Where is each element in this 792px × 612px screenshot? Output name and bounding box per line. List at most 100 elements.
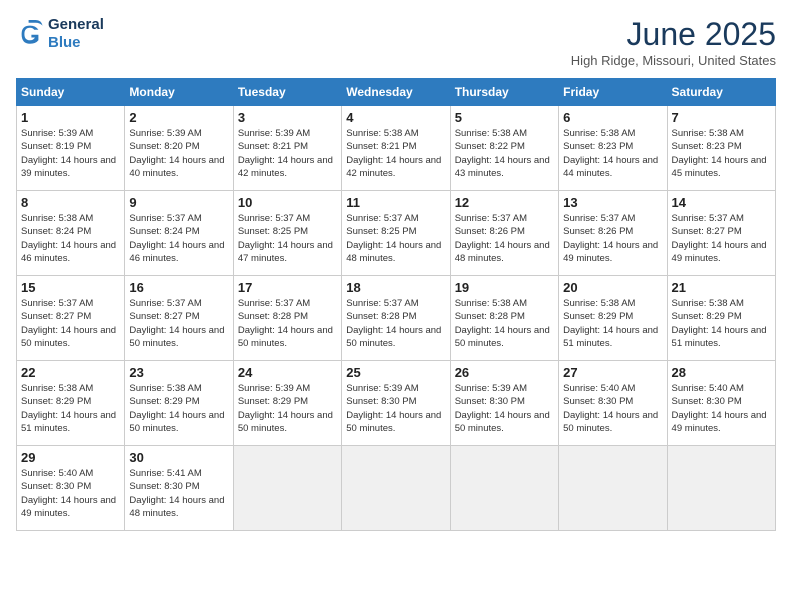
- calendar-day-cell: 27Sunrise: 5:40 AMSunset: 8:30 PMDayligh…: [559, 361, 667, 446]
- day-number: 26: [455, 365, 554, 380]
- calendar-day-cell: 30Sunrise: 5:41 AMSunset: 8:30 PMDayligh…: [125, 446, 233, 531]
- calendar-day-cell: 12 Sunrise: 5:37 AMSunset: 8:26 PMDayligh…: [450, 191, 558, 276]
- day-info: Sunrise: 5:39 AMSunset: 8:30 PMDaylight:…: [346, 382, 445, 435]
- day-number: 12: [455, 195, 554, 210]
- day-number: 9: [129, 195, 228, 210]
- calendar-day-cell: 3 Sunrise: 5:39 AMSunset: 8:21 PMDaylight…: [233, 106, 341, 191]
- day-number: 27: [563, 365, 662, 380]
- day-info: Sunrise: 5:38 AMSunset: 8:22 PMDaylight:…: [455, 127, 554, 180]
- calendar-day-cell: 22Sunrise: 5:38 AMSunset: 8:29 PMDayligh…: [17, 361, 125, 446]
- calendar-day-cell: 13 Sunrise: 5:37 AMSunset: 8:26 PMDayligh…: [559, 191, 667, 276]
- calendar-day-cell: 15 Sunrise: 5:37 AMSunset: 8:27 PMDayligh…: [17, 276, 125, 361]
- location: High Ridge, Missouri, United States: [571, 53, 776, 68]
- day-number: 1: [21, 110, 120, 125]
- calendar-day-cell: 20Sunrise: 5:38 AMSunset: 8:29 PMDayligh…: [559, 276, 667, 361]
- day-info: Sunrise: 5:39 AMSunset: 8:19 PMDaylight:…: [21, 127, 120, 180]
- calendar-day-cell: 29 Sunrise: 5:40 AMSunset: 8:30 PMDayligh…: [17, 446, 125, 531]
- day-number: 3: [238, 110, 337, 125]
- weekday-header-friday: Friday: [559, 79, 667, 106]
- calendar-day-cell: [667, 446, 775, 531]
- logo-icon: [16, 20, 44, 48]
- calendar-day-cell: 1 Sunrise: 5:39 AMSunset: 8:19 PMDaylight…: [17, 106, 125, 191]
- day-number: 23: [129, 365, 228, 380]
- calendar-day-cell: [233, 446, 341, 531]
- day-info: Sunrise: 5:37 AMSunset: 8:27 PMDaylight:…: [129, 297, 228, 350]
- day-info: Sunrise: 5:37 AMSunset: 8:28 PMDaylight:…: [346, 297, 445, 350]
- calendar-day-cell: [450, 446, 558, 531]
- day-number: 19: [455, 280, 554, 295]
- calendar-week-row: 15 Sunrise: 5:37 AMSunset: 8:27 PMDayligh…: [17, 276, 776, 361]
- calendar-day-cell: 19Sunrise: 5:38 AMSunset: 8:28 PMDayligh…: [450, 276, 558, 361]
- calendar-day-cell: 21 Sunrise: 5:38 AMSunset: 8:29 PMDayligh…: [667, 276, 775, 361]
- calendar-table: SundayMondayTuesdayWednesdayThursdayFrid…: [16, 78, 776, 531]
- day-info: Sunrise: 5:38 AMSunset: 8:24 PMDaylight:…: [21, 212, 120, 265]
- day-info: Sunrise: 5:39 AMSunset: 8:30 PMDaylight:…: [455, 382, 554, 435]
- day-number: 29: [21, 450, 120, 465]
- day-info: Sunrise: 5:40 AMSunset: 8:30 PMDaylight:…: [21, 467, 120, 520]
- weekday-header-saturday: Saturday: [667, 79, 775, 106]
- weekday-header-sunday: Sunday: [17, 79, 125, 106]
- month-title: June 2025: [571, 16, 776, 53]
- day-number: 25: [346, 365, 445, 380]
- day-number: 10: [238, 195, 337, 210]
- day-number: 14: [672, 195, 771, 210]
- page-header: General Blue June 2025 High Ridge, Misso…: [16, 16, 776, 68]
- day-info: Sunrise: 5:39 AMSunset: 8:21 PMDaylight:…: [238, 127, 337, 180]
- day-number: 18: [346, 280, 445, 295]
- day-number: 16: [129, 280, 228, 295]
- calendar-day-cell: 5Sunrise: 5:38 AMSunset: 8:22 PMDaylight…: [450, 106, 558, 191]
- day-info: Sunrise: 5:37 AMSunset: 8:27 PMDaylight:…: [672, 212, 771, 265]
- weekday-header-monday: Monday: [125, 79, 233, 106]
- day-number: 24: [238, 365, 337, 380]
- day-info: Sunrise: 5:37 AMSunset: 8:26 PMDaylight:…: [563, 212, 662, 265]
- day-info: Sunrise: 5:37 AMSunset: 8:25 PMDaylight:…: [238, 212, 337, 265]
- calendar-day-cell: 26 Sunrise: 5:39 AMSunset: 8:30 PMDayligh…: [450, 361, 558, 446]
- day-info: Sunrise: 5:39 AMSunset: 8:20 PMDaylight:…: [129, 127, 228, 180]
- day-number: 7: [672, 110, 771, 125]
- calendar-day-cell: 9 Sunrise: 5:37 AMSunset: 8:24 PMDaylight…: [125, 191, 233, 276]
- calendar-day-cell: 4 Sunrise: 5:38 AMSunset: 8:21 PMDaylight…: [342, 106, 450, 191]
- calendar-day-cell: 25 Sunrise: 5:39 AMSunset: 8:30 PMDayligh…: [342, 361, 450, 446]
- day-info: Sunrise: 5:38 AMSunset: 8:29 PMDaylight:…: [672, 297, 771, 350]
- day-number: 20: [563, 280, 662, 295]
- calendar-week-row: 1 Sunrise: 5:39 AMSunset: 8:19 PMDaylight…: [17, 106, 776, 191]
- calendar-day-cell: 10 Sunrise: 5:37 AMSunset: 8:25 PMDayligh…: [233, 191, 341, 276]
- calendar-day-cell: 23 Sunrise: 5:38 AMSunset: 8:29 PMDayligh…: [125, 361, 233, 446]
- calendar-day-cell: 14 Sunrise: 5:37 AMSunset: 8:27 PMDayligh…: [667, 191, 775, 276]
- day-number: 21: [672, 280, 771, 295]
- day-info: Sunrise: 5:38 AMSunset: 8:23 PMDaylight:…: [563, 127, 662, 180]
- day-number: 13: [563, 195, 662, 210]
- calendar-day-cell: 24Sunrise: 5:39 AMSunset: 8:29 PMDayligh…: [233, 361, 341, 446]
- calendar-week-row: 8 Sunrise: 5:38 AMSunset: 8:24 PMDaylight…: [17, 191, 776, 276]
- logo: General Blue: [16, 16, 104, 52]
- calendar-day-cell: [342, 446, 450, 531]
- day-info: Sunrise: 5:38 AMSunset: 8:23 PMDaylight:…: [672, 127, 771, 180]
- day-number: 4: [346, 110, 445, 125]
- day-number: 15: [21, 280, 120, 295]
- weekday-header-tuesday: Tuesday: [233, 79, 341, 106]
- calendar-week-row: 22 Sunrise: 5:38 AMSunset: 8:29 PMDayligh…: [17, 361, 776, 446]
- day-info: Sunrise: 5:37 AMSunset: 8:24 PMDaylight:…: [129, 212, 228, 265]
- day-number: 2: [129, 110, 228, 125]
- calendar-header-row: SundayMondayTuesdayWednesdayThursdayFrid…: [17, 79, 776, 106]
- day-info: Sunrise: 5:37 AMSunset: 8:28 PMDaylight:…: [238, 297, 337, 350]
- day-number: 30: [129, 450, 228, 465]
- day-info: Sunrise: 5:38 AMSunset: 8:21 PMDaylight:…: [346, 127, 445, 180]
- weekday-header-wednesday: Wednesday: [342, 79, 450, 106]
- calendar-week-row: 29 Sunrise: 5:40 AMSunset: 8:30 PMDayligh…: [17, 446, 776, 531]
- day-info: Sunrise: 5:37 AMSunset: 8:26 PMDaylight:…: [455, 212, 554, 265]
- logo-text: General Blue: [48, 16, 104, 52]
- calendar-day-cell: 11Sunrise: 5:37 AMSunset: 8:25 PMDayligh…: [342, 191, 450, 276]
- day-number: 6: [563, 110, 662, 125]
- day-number: 17: [238, 280, 337, 295]
- calendar-day-cell: 6 Sunrise: 5:38 AMSunset: 8:23 PMDaylight…: [559, 106, 667, 191]
- day-info: Sunrise: 5:37 AMSunset: 8:25 PMDaylight:…: [346, 212, 445, 265]
- calendar-day-cell: 2 Sunrise: 5:39 AMSunset: 8:20 PMDaylight…: [125, 106, 233, 191]
- calendar-day-cell: 16 Sunrise: 5:37 AMSunset: 8:27 PMDayligh…: [125, 276, 233, 361]
- title-area: June 2025 High Ridge, Missouri, United S…: [571, 16, 776, 68]
- day-number: 22: [21, 365, 120, 380]
- day-number: 8: [21, 195, 120, 210]
- day-info: Sunrise: 5:37 AMSunset: 8:27 PMDaylight:…: [21, 297, 120, 350]
- day-info: Sunrise: 5:38 AMSunset: 8:29 PMDaylight:…: [129, 382, 228, 435]
- calendar-day-cell: 18 Sunrise: 5:37 AMSunset: 8:28 PMDayligh…: [342, 276, 450, 361]
